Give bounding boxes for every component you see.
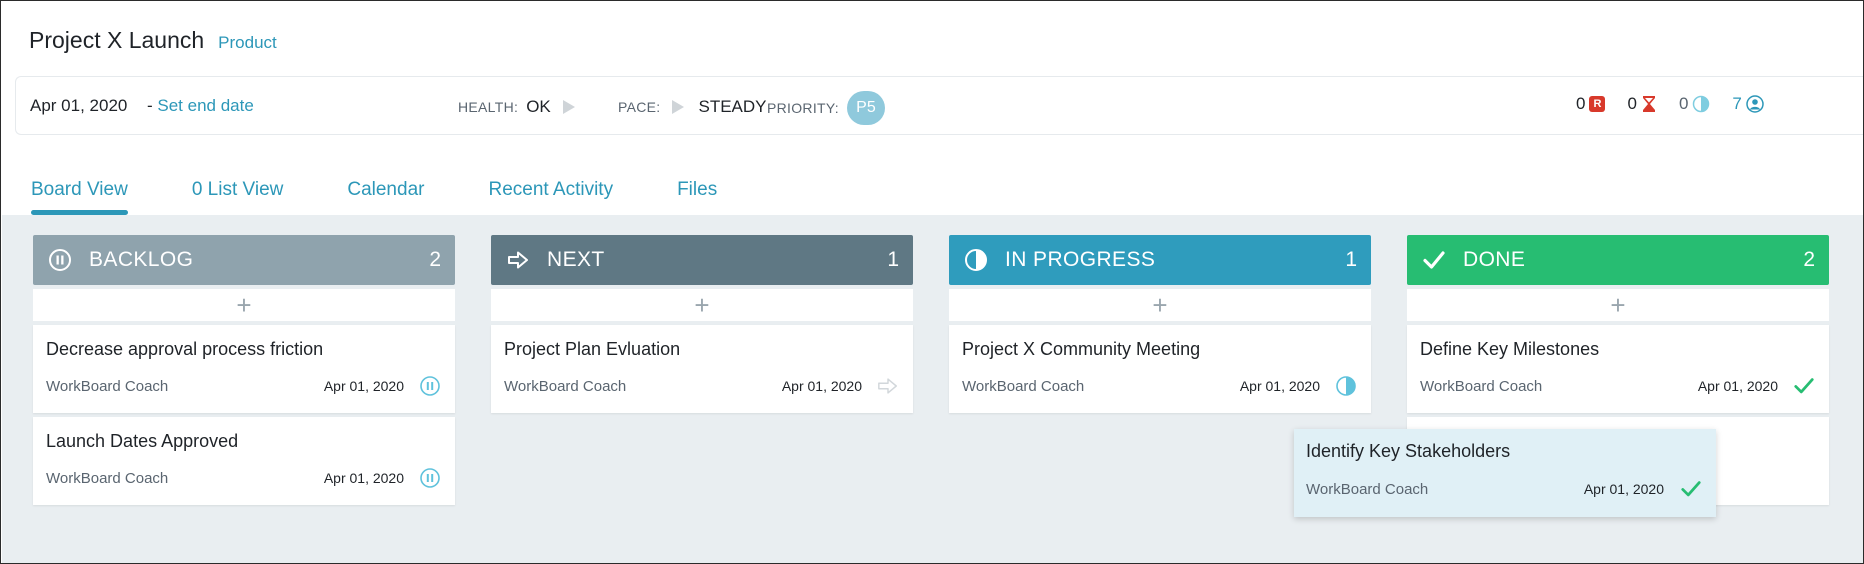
- add-card-button[interactable]: +: [1407, 289, 1829, 321]
- card-title: Identify Key Stakeholders: [1306, 441, 1511, 461]
- health-status: HEALTH: OK: [458, 97, 575, 117]
- half-circle-icon: [1693, 95, 1710, 113]
- project-category-link[interactable]: Product: [218, 33, 277, 53]
- card-title: Decrease approval process friction: [46, 339, 324, 359]
- tab-calendar[interactable]: Calendar: [347, 179, 424, 215]
- overdue-count: 0: [1627, 94, 1637, 113]
- column-title: DONE: [1463, 248, 1526, 271]
- column-title: BACKLOG: [89, 248, 194, 271]
- health-label: HEALTH:: [458, 99, 519, 115]
- column-count: 1: [887, 248, 899, 271]
- set-end-date-link[interactable]: Set end date: [157, 96, 253, 115]
- checkmark-icon[interactable]: [1680, 478, 1702, 500]
- card-title: Launch Dates Approved: [46, 431, 239, 451]
- add-card-button[interactable]: +: [33, 289, 455, 321]
- tab-list-view[interactable]: 0 List View: [192, 179, 284, 215]
- task-card[interactable]: Project X Community Meeting WorkBoard Co…: [949, 325, 1371, 413]
- column-backlog: BACKLOG 2 + Decrease approval process fr…: [33, 235, 455, 505]
- column-count: 1: [1345, 248, 1357, 271]
- card-date: Apr 01, 2020: [323, 378, 404, 394]
- add-card-button[interactable]: +: [949, 289, 1371, 321]
- column-header-backlog[interactable]: BACKLOG 2: [33, 235, 455, 285]
- tab-recent-activity[interactable]: Recent Activity: [488, 179, 613, 215]
- pace-value: STEADY: [698, 97, 767, 116]
- card-date: Apr 01, 2020: [781, 378, 862, 394]
- add-card-button[interactable]: +: [491, 289, 913, 321]
- counters: 0 R 0 0 7: [1576, 94, 1764, 114]
- card-title: Project Plan Evluation: [504, 339, 681, 359]
- view-tabs: Board View 0 List View Calendar Recent A…: [31, 179, 781, 215]
- card-owner: WorkBoard Coach: [1420, 378, 1543, 395]
- card-owner: WorkBoard Coach: [962, 378, 1085, 395]
- card-title: Define Key Milestones: [1420, 339, 1600, 359]
- tab-board-view[interactable]: Board View: [31, 179, 128, 215]
- overdue-counter[interactable]: 0: [1627, 94, 1656, 114]
- end-date-separator: -: [147, 96, 158, 115]
- priority-status: PRIORITY: P5: [767, 91, 885, 125]
- card-date: Apr 01, 2020: [1239, 378, 1320, 394]
- card-owner: WorkBoard Coach: [504, 378, 627, 395]
- members-counter[interactable]: 7: [1732, 94, 1764, 114]
- column-title: IN PROGRESS: [1005, 248, 1156, 271]
- priority-badge[interactable]: P5: [846, 91, 885, 125]
- in-progress-count: 0: [1678, 94, 1689, 113]
- project-header: Project X Launch Product: [29, 27, 277, 54]
- pause-circle-icon: [47, 247, 73, 273]
- column-in-progress: IN PROGRESS 1 + Project X Community Meet…: [949, 235, 1371, 413]
- page-title: Project X Launch: [29, 27, 205, 53]
- project-info-bar: Apr 01, 2020 - Set end date HEALTH: OK P…: [15, 76, 1863, 135]
- checkmark-icon: [1421, 247, 1447, 273]
- pace-label: PACE:: [618, 99, 661, 115]
- half-circle-icon[interactable]: [1335, 375, 1357, 397]
- members-count: 7: [1732, 94, 1742, 113]
- card-date: Apr 01, 2020: [323, 470, 404, 486]
- arrow-right-icon[interactable]: [877, 375, 899, 397]
- health-value: OK: [526, 97, 551, 116]
- checkmark-icon[interactable]: [1793, 375, 1815, 397]
- column-header-done[interactable]: DONE 2: [1407, 235, 1829, 285]
- column-count: 2: [429, 248, 441, 271]
- card-date: Apr 01, 2020: [1697, 378, 1778, 394]
- red-r-icon: R: [1589, 96, 1606, 112]
- risk-count: 0: [1576, 94, 1586, 113]
- column-header-in-progress[interactable]: IN PROGRESS 1: [949, 235, 1371, 285]
- half-circle-icon: [963, 247, 989, 273]
- card-owner: WorkBoard Coach: [46, 470, 169, 487]
- health-toggle-icon[interactable]: [562, 100, 575, 114]
- card-date: Apr 01, 2020: [1583, 481, 1664, 497]
- tab-files[interactable]: Files: [677, 179, 717, 215]
- dragging-task-card[interactable]: Identify Key Stakeholders WorkBoard Coac…: [1294, 429, 1716, 517]
- priority-label: PRIORITY:: [767, 100, 839, 116]
- pace-toggle-icon[interactable]: [672, 100, 685, 114]
- card-owner: WorkBoard Coach: [1306, 481, 1429, 498]
- pause-circle-icon[interactable]: [419, 467, 441, 489]
- card-owner: WorkBoard Coach: [46, 378, 169, 395]
- in-progress-counter[interactable]: 0: [1679, 94, 1710, 114]
- column-next: NEXT 1 + Project Plan Evluation WorkBoar…: [491, 235, 913, 413]
- column-title: NEXT: [547, 248, 605, 271]
- arrow-right-icon: [505, 247, 531, 273]
- column-count: 2: [1803, 248, 1815, 271]
- task-card[interactable]: Define Key Milestones WorkBoard Coach Ap…: [1407, 325, 1829, 413]
- card-title: Project X Community Meeting: [962, 339, 1201, 359]
- task-card[interactable]: Decrease approval process friction WorkB…: [33, 325, 455, 413]
- app-frame: Project X Launch Product Apr 01, 2020 - …: [0, 0, 1864, 564]
- column-header-next[interactable]: NEXT 1: [491, 235, 913, 285]
- pace-status: PACE: STEADY: [618, 97, 767, 117]
- task-card[interactable]: Launch Dates Approved WorkBoard Coach Ap…: [33, 417, 455, 505]
- person-icon: [1746, 95, 1764, 113]
- pause-circle-icon[interactable]: [419, 375, 441, 397]
- start-date: Apr 01, 2020: [30, 96, 128, 115]
- risk-counter[interactable]: 0 R: [1576, 94, 1606, 114]
- task-card[interactable]: Project Plan Evluation WorkBoard Coach A…: [491, 325, 913, 413]
- end-date: - Set end date: [147, 96, 254, 116]
- hourglass-icon: [1642, 96, 1655, 112]
